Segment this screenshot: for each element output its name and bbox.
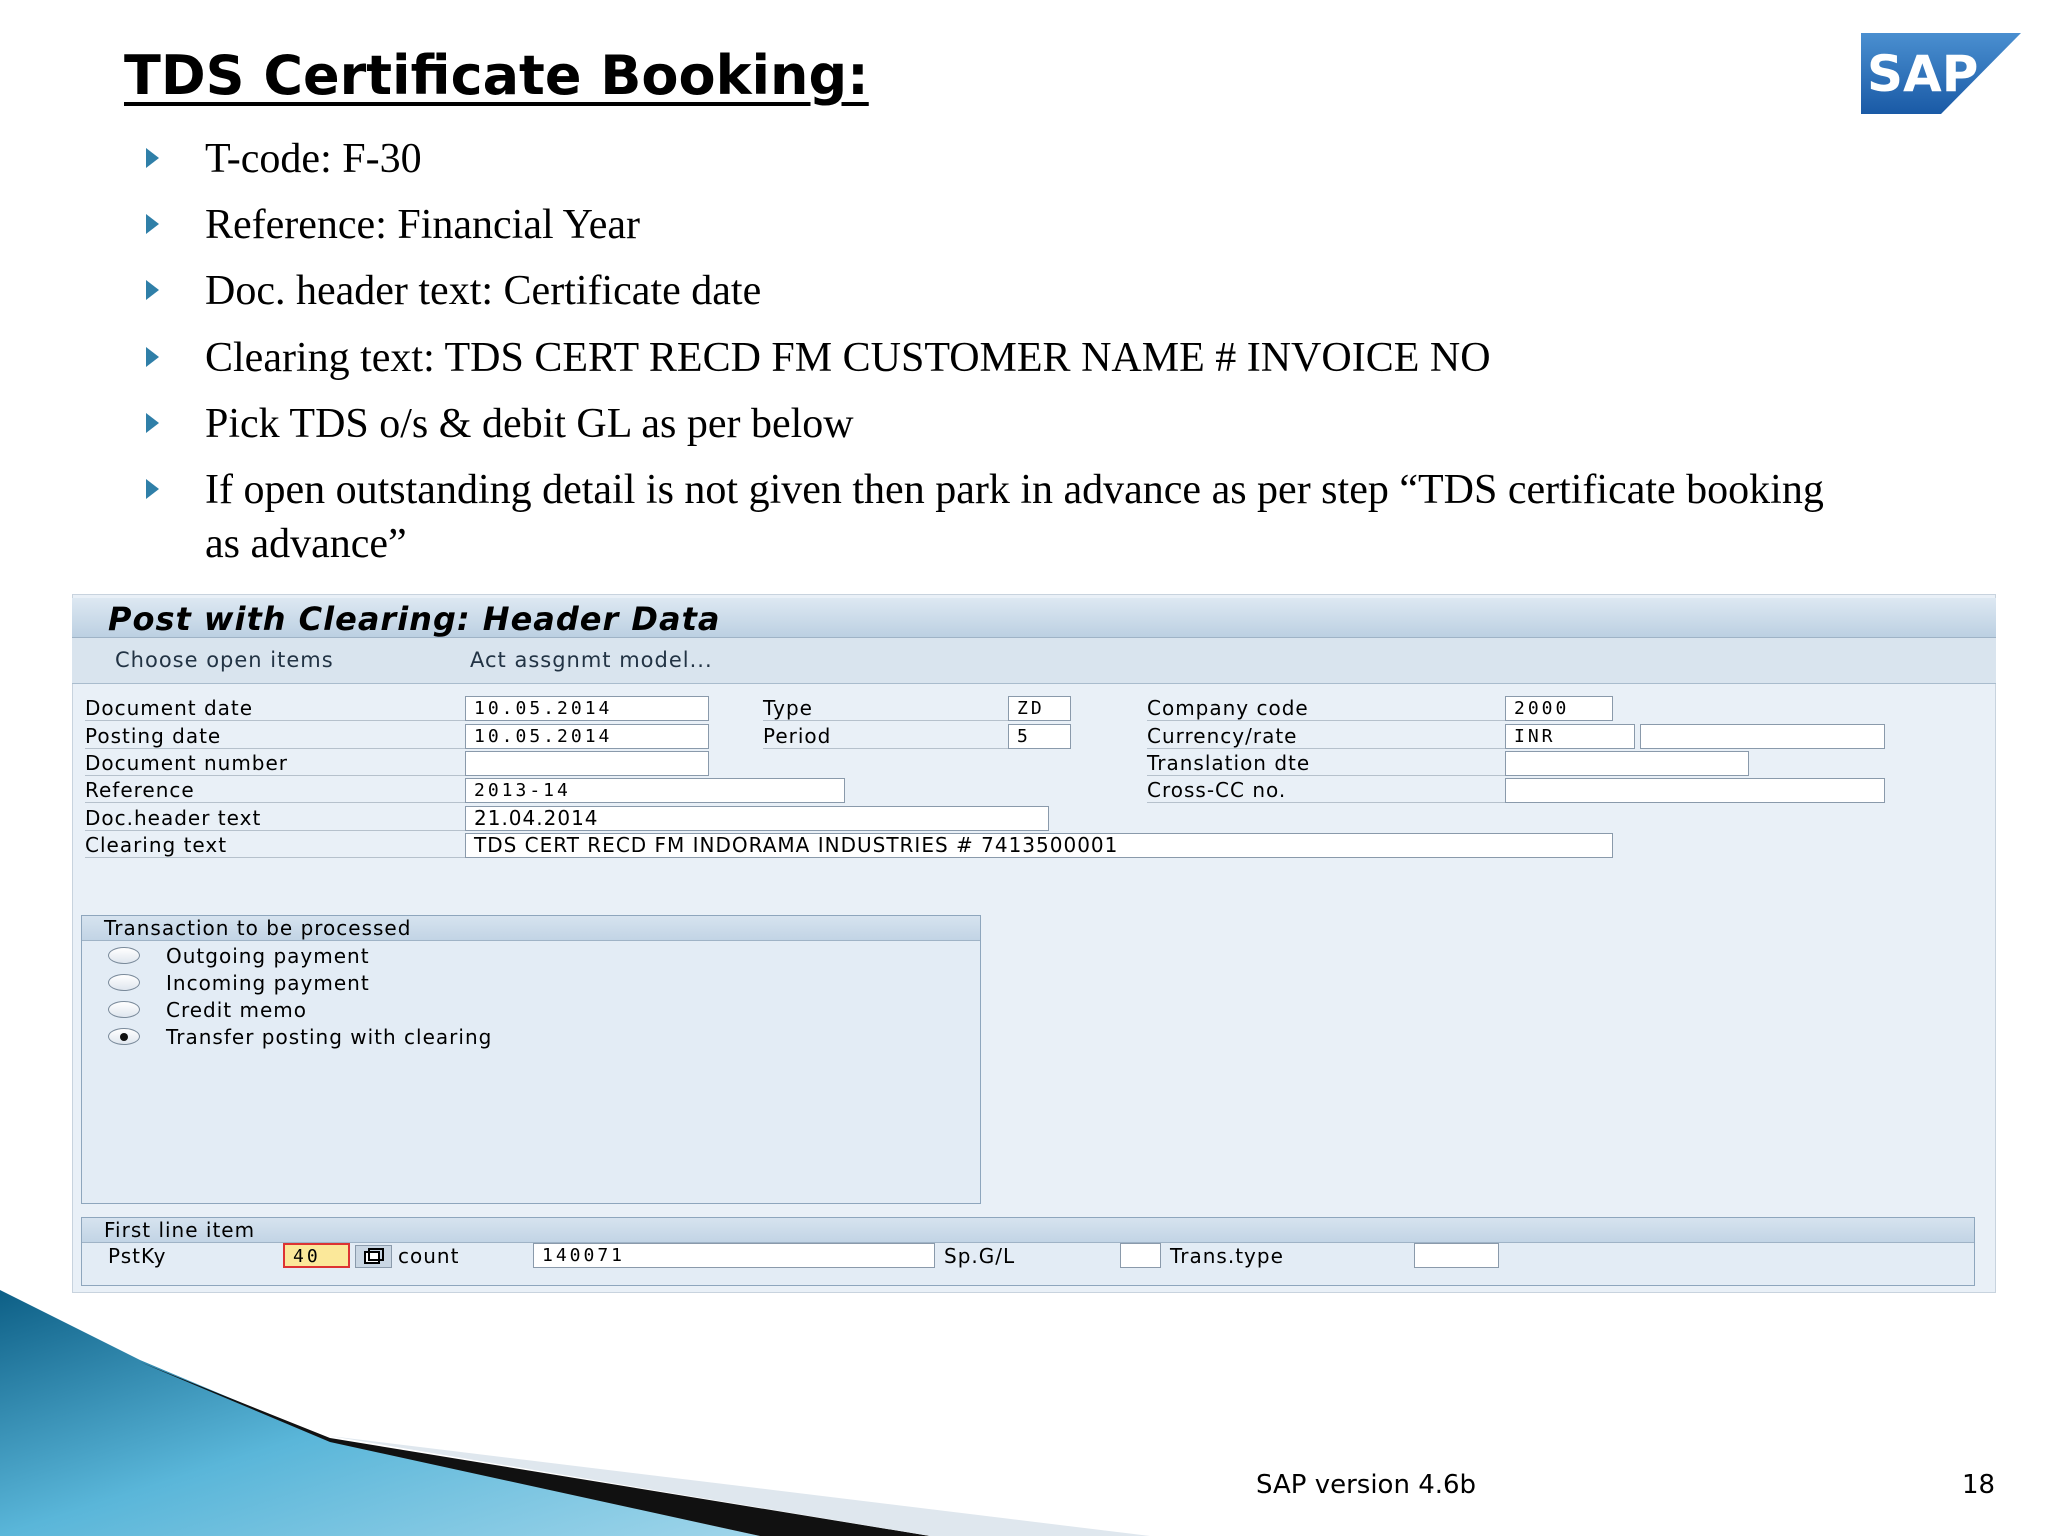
type-label: Type <box>763 695 1008 721</box>
company-code-input[interactable]: 2000 <box>1505 696 1613 721</box>
radio-credit-memo[interactable]: Credit memo <box>108 997 1008 1023</box>
sap-logo: SAP <box>1861 33 2021 114</box>
type-input[interactable]: ZD <box>1008 696 1071 721</box>
arrow-bullet-icon <box>146 214 159 234</box>
possible-entries-button[interactable] <box>355 1245 392 1268</box>
radio-incoming-payment[interactable]: Incoming payment <box>108 970 1008 996</box>
document-date-input[interactable]: 10.05.2014 <box>465 696 709 721</box>
doc-header-text-label: Doc.header text <box>85 805 465 831</box>
choose-open-items-button[interactable]: Choose open items <box>115 648 334 672</box>
translation-dte-input[interactable] <box>1505 751 1749 776</box>
currency-rate-label: Currency/rate <box>1147 723 1505 749</box>
document-number-input[interactable] <box>465 751 709 776</box>
exchange-rate-input[interactable] <box>1640 724 1885 749</box>
decorative-swoosh <box>0 1290 1150 1536</box>
sap-screen-title: Post with Clearing: Header Data <box>108 600 721 638</box>
arrow-bullet-icon <box>146 479 159 499</box>
spgl-label: Sp.G/L <box>944 1244 1016 1268</box>
act-assgnmt-model-button[interactable]: Act assgnmt model... <box>470 648 713 672</box>
radio-transfer-posting-with-clearing[interactable]: Transfer posting with clearing <box>108 1024 1008 1050</box>
posting-date-input[interactable]: 10.05.2014 <box>465 724 709 749</box>
radio-outgoing-payment[interactable]: Outgoing payment <box>108 943 1008 969</box>
account-label: count <box>398 1244 460 1268</box>
first-line-item-heading: First line item <box>82 1218 1974 1243</box>
svg-text:SAP: SAP <box>1867 45 1978 103</box>
doc-header-text-input[interactable]: 21.04.2014 <box>465 806 1049 831</box>
currency-input[interactable]: INR <box>1505 724 1635 749</box>
period-input[interactable]: 5 <box>1008 724 1071 749</box>
arrow-bullet-icon <box>146 148 159 168</box>
radio-button-icon <box>108 947 140 964</box>
radio-button-icon <box>108 1001 140 1018</box>
clearing-text-input[interactable]: TDS CERT RECD FM INDORAMA INDUSTRIES # 7… <box>465 833 1613 858</box>
posting-date-label: Posting date <box>85 723 465 749</box>
trans-type-input[interactable] <box>1414 1243 1499 1268</box>
slide-footer: SAP version 4.6b <box>1256 1470 1477 1500</box>
document-date-label: Document date <box>85 695 465 721</box>
trans-type-label: Trans.type <box>1170 1244 1284 1268</box>
period-label: Period <box>763 723 1008 749</box>
reference-input[interactable]: 2013-14 <box>465 778 845 803</box>
arrow-bullet-icon <box>146 413 159 433</box>
slide-title: TDS Certificate Booking: <box>124 44 869 107</box>
cross-cc-no-input[interactable] <box>1505 778 1885 803</box>
transaction-group: Transaction to be processed Outgoing pay… <box>81 915 981 1204</box>
spgl-input[interactable] <box>1120 1243 1161 1268</box>
sap-toolbar <box>72 638 1996 684</box>
account-input[interactable]: 140071 <box>533 1243 935 1268</box>
clearing-text-label: Clearing text <box>85 832 465 858</box>
radio-button-selected-icon <box>108 1028 140 1045</box>
document-number-label: Document number <box>85 750 465 776</box>
arrow-bullet-icon <box>146 347 159 367</box>
reference-label: Reference <box>85 777 465 803</box>
pstky-input[interactable]: 40 <box>283 1243 350 1268</box>
transaction-group-heading: Transaction to be processed <box>82 916 980 941</box>
company-code-label: Company code <box>1147 695 1505 721</box>
pstky-label: PstKy <box>108 1244 167 1268</box>
arrow-bullet-icon <box>146 280 159 300</box>
translation-dte-label: Translation dte <box>1147 750 1505 776</box>
copy-window-icon <box>364 1248 384 1264</box>
cross-cc-no-label: Cross-CC no. <box>1147 777 1505 803</box>
page-number: 18 <box>1962 1470 1996 1500</box>
radio-button-icon <box>108 974 140 991</box>
